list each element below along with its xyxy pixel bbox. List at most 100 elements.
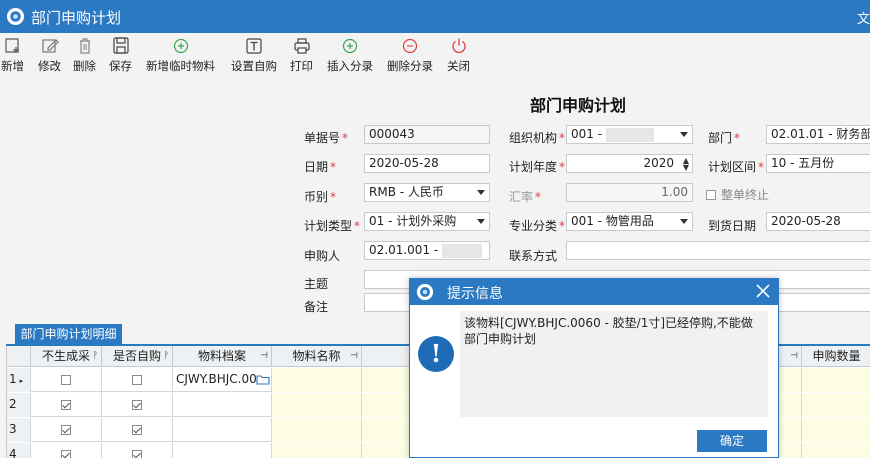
save-icon (112, 37, 129, 54)
pin-icon[interactable]: ⊣ (790, 346, 798, 366)
date-label: 日期 * (304, 160, 337, 174)
cell-material-name[interactable] (272, 393, 362, 417)
app-logo-icon (416, 283, 434, 301)
row-number: 2 (7, 393, 31, 417)
ok-button[interactable]: 确定 (697, 430, 767, 452)
cell-quantity[interactable] (802, 368, 870, 392)
close-button[interactable]: 关闭 (447, 37, 470, 74)
arrival-date-label: 到货日期 (708, 219, 757, 233)
tab-plan-details[interactable]: 部门申购计划明细 (15, 324, 122, 345)
close-button-label: 关闭 (447, 59, 470, 73)
cell-material-name[interactable] (272, 368, 362, 392)
delete-button[interactable]: 删除 (73, 37, 96, 74)
title-right-text[interactable]: 文 (857, 8, 870, 27)
trash-icon (79, 38, 90, 54)
delete-split-button[interactable]: 删除分录 (387, 37, 433, 74)
edit-button[interactable]: 修改 (38, 37, 61, 74)
currency-label: 币别 * (304, 190, 337, 204)
self-buy-checkbox[interactable] (132, 425, 142, 435)
row-number: 1 ▸ (7, 368, 31, 392)
title-bar: 部门申购计划 文 (0, 0, 870, 33)
new-button[interactable]: 新增 (1, 37, 24, 74)
self-buy-checkbox[interactable] (132, 450, 142, 458)
cell-self-buy[interactable] (102, 368, 173, 392)
power-icon (451, 38, 466, 53)
dept-field[interactable]: 02.01.01 - 财务部 (766, 125, 870, 144)
self-buy-checkbox[interactable] (132, 400, 142, 410)
app-window: 部门申购计划 文 新增 修改 删除 保存 新增临时物料 设置自购 打印 插入分录… (0, 0, 870, 458)
print-button-label: 打印 (290, 59, 313, 73)
pin-icon[interactable]: ᚹ (164, 346, 169, 366)
plan-type-label: 计划类型 * (304, 219, 361, 233)
toolbar: 新增 修改 删除 保存 新增临时物料 设置自购 打印 插入分录 删除分录 关闭 (0, 33, 870, 83)
cell-quantity[interactable] (802, 393, 870, 417)
plus-circle-icon (342, 38, 358, 54)
cell-material[interactable]: CJWY.BHJC.00 (173, 368, 272, 392)
applicant-field[interactable]: 02.01.001 - (364, 241, 490, 260)
self-buy-checkbox[interactable] (132, 375, 142, 385)
add-temp-material-label: 新增临时物料 (146, 59, 215, 73)
column-header-no-purchase[interactable]: 不生成采 ᚹ (31, 346, 102, 367)
cell-material-name[interactable] (272, 443, 362, 458)
arrival-date-field[interactable]: 2020-05-28 (766, 212, 870, 231)
save-button-label: 保存 (109, 59, 132, 73)
category-select[interactable]: 001 - 物管用品 (566, 212, 693, 231)
column-header-self-buy[interactable]: 是否自购 ᚹ (102, 346, 173, 367)
cell-no-purchase[interactable] (31, 418, 102, 442)
whole-stop-box[interactable] (706, 190, 716, 200)
rate-field[interactable]: 1.00 (566, 183, 693, 202)
plus-circle-icon (173, 38, 188, 54)
pin-icon[interactable]: ⊣ (260, 346, 268, 366)
cell-self-buy[interactable] (102, 418, 173, 442)
close-icon[interactable] (754, 282, 772, 300)
cell-material[interactable] (173, 443, 272, 458)
add-temp-material-button[interactable]: 新增临时物料 (146, 37, 215, 74)
save-button[interactable]: 保存 (109, 37, 132, 74)
doc-no-label: 单据号 * (304, 131, 349, 145)
cell-no-purchase[interactable] (31, 443, 102, 458)
plan-period-field[interactable]: 10 - 五月份 (766, 154, 870, 173)
dept-label: 部门 * (708, 131, 741, 145)
new-button-label: 新增 (1, 59, 24, 73)
whole-stop-checkbox[interactable]: 整单终止 (706, 186, 769, 203)
info-icon: ! (418, 336, 454, 372)
org-select[interactable]: 001 - (566, 125, 693, 144)
cell-quantity[interactable] (802, 418, 870, 442)
plan-type-select[interactable]: 01 - 计划外采购 (364, 212, 490, 231)
column-header-material-name[interactable]: 物料名称 ⊣ (272, 346, 362, 367)
no-purchase-checkbox[interactable] (61, 450, 71, 458)
cell-material[interactable] (173, 418, 272, 442)
doc-no-field[interactable]: 000043 (364, 125, 490, 144)
edit-button-label: 修改 (38, 59, 61, 73)
currency-select[interactable]: RMB - 人民币 (364, 183, 490, 202)
subject-label: 主题 (304, 277, 329, 291)
date-field[interactable]: 2020-05-28 (364, 154, 490, 173)
no-purchase-checkbox[interactable] (61, 375, 71, 385)
pin-icon[interactable]: ᚹ (93, 346, 98, 366)
pin-icon[interactable]: ⊣ (350, 346, 358, 366)
print-button[interactable]: 打印 (290, 37, 313, 74)
form-title: 部门申购计划 (530, 96, 627, 115)
plan-year-stepper[interactable]: 2020 ▲ ▼ (566, 154, 693, 173)
dialog-header: 提示信息 (410, 279, 778, 305)
contact-field[interactable] (566, 241, 870, 260)
dialog-title: 提示信息 (447, 286, 503, 302)
new-icon (4, 38, 19, 53)
no-purchase-checkbox[interactable] (61, 425, 71, 435)
remark-label: 备注 (304, 300, 329, 314)
column-header-quantity[interactable]: 申购数量 (802, 346, 870, 367)
cell-quantity[interactable] (802, 443, 870, 458)
folder-icon[interactable] (256, 374, 270, 385)
set-self-purchase-button[interactable]: 设置自购 (231, 37, 277, 74)
cell-material[interactable] (173, 393, 272, 417)
cell-self-buy[interactable] (102, 393, 173, 417)
column-header-material[interactable]: 物料档案 ⊣ (173, 346, 272, 367)
cell-material-name[interactable] (272, 418, 362, 442)
cell-self-buy[interactable] (102, 443, 173, 458)
spinner-arrows-icon[interactable]: ▲ ▼ (683, 157, 689, 172)
no-purchase-checkbox[interactable] (61, 400, 71, 410)
cell-no-purchase[interactable] (31, 368, 102, 392)
cell-no-purchase[interactable] (31, 393, 102, 417)
alert-dialog: 提示信息 ! 该物料[CJWY.BHJC.0060 - 胶垫/1寸]已经停购,不… (409, 278, 779, 458)
insert-split-button[interactable]: 插入分录 (327, 37, 373, 74)
